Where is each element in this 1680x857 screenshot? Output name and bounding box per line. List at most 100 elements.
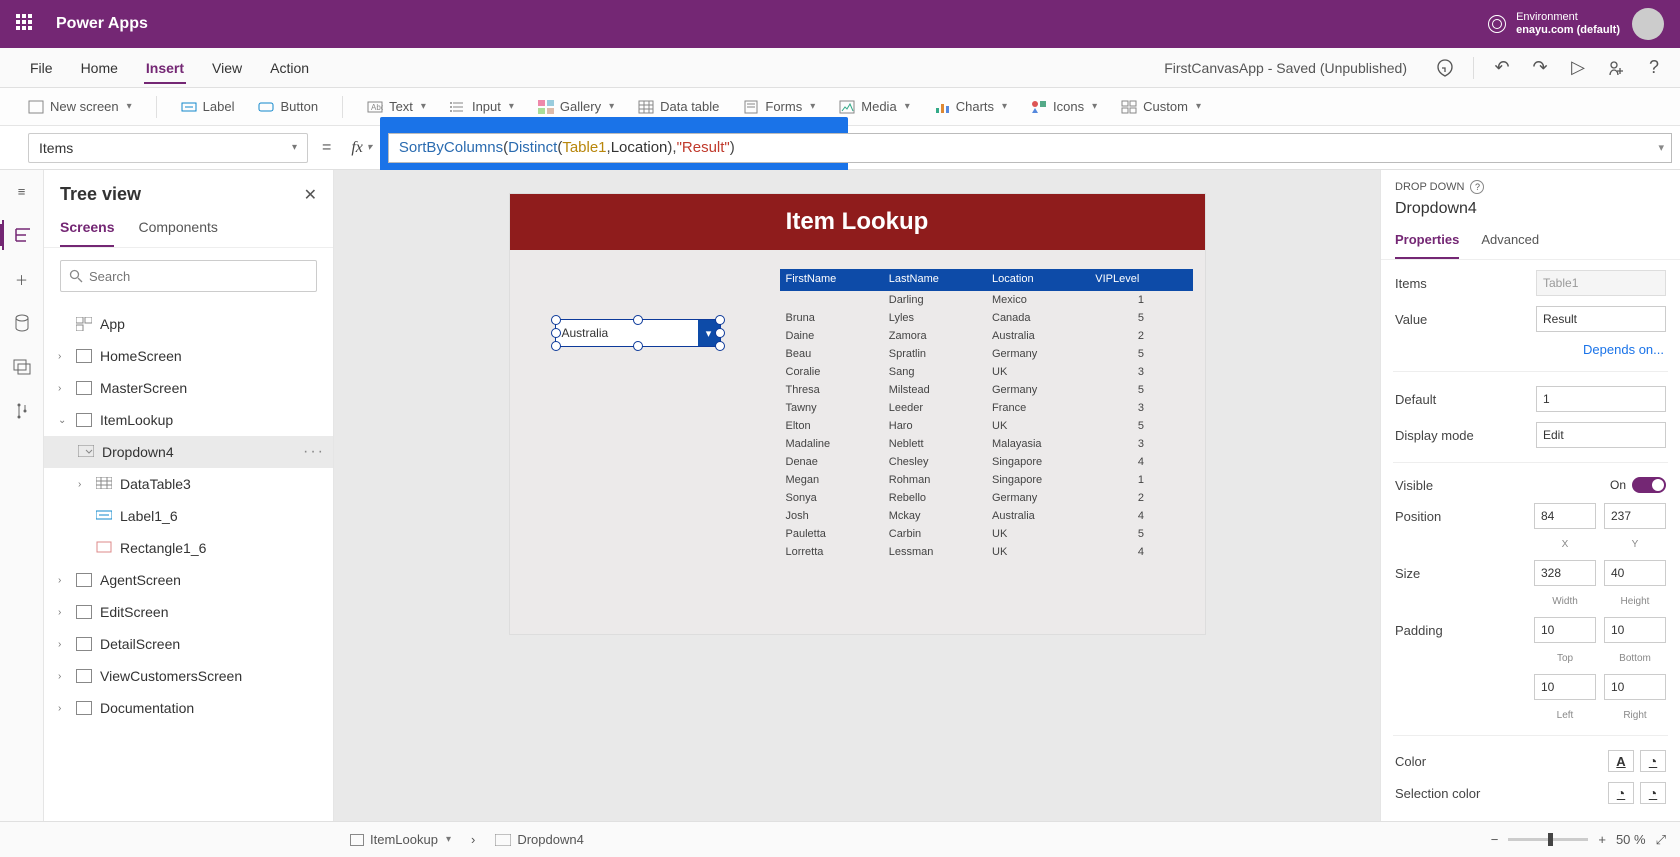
help-icon[interactable]: ? bbox=[1644, 58, 1664, 78]
data-icon[interactable] bbox=[11, 312, 33, 334]
play-icon[interactable]: ▷ bbox=[1568, 58, 1588, 78]
insert-datatable-button[interactable]: Data table bbox=[638, 99, 719, 114]
resize-handle[interactable] bbox=[715, 341, 725, 351]
canvas[interactable]: Item Lookup Australia ▾ FirstName LastNa… bbox=[334, 170, 1380, 821]
fx-icon[interactable]: fx▾ bbox=[345, 139, 378, 157]
table-row[interactable]: CoralieSangUK3 bbox=[780, 363, 1193, 381]
tree-item-documentation[interactable]: ›Documentation bbox=[44, 692, 333, 724]
more-icon[interactable]: ··· bbox=[303, 443, 325, 461]
environment-selector[interactable]: Environment enayu.com (default) bbox=[1488, 11, 1620, 37]
fit-to-window-icon[interactable]: ⤢ bbox=[1656, 832, 1666, 848]
formula-input[interactable]: SortByColumns(Distinct(Table1, Location)… bbox=[388, 133, 1672, 163]
fill-color-picker[interactable]: ◔ bbox=[1640, 750, 1666, 772]
insert-gallery-menu[interactable]: Gallery▾ bbox=[538, 99, 614, 114]
user-avatar[interactable] bbox=[1632, 8, 1664, 40]
prop-displaymode-value[interactable]: Edit bbox=[1536, 422, 1666, 448]
tree-item-label1-6[interactable]: Label1_6 bbox=[44, 500, 333, 532]
tab-advanced[interactable]: Advanced bbox=[1481, 226, 1539, 259]
tree-search-input[interactable] bbox=[89, 269, 308, 284]
tree-item-agentscreen[interactable]: ›AgentScreen bbox=[44, 564, 333, 596]
property-selector[interactable]: Items ▾ bbox=[28, 133, 308, 163]
sel-fill-color-picker[interactable]: ◔ bbox=[1640, 782, 1666, 804]
table-row[interactable]: DenaeChesleySingapore4 bbox=[780, 453, 1193, 471]
tree-item-editscreen[interactable]: ›EditScreen bbox=[44, 596, 333, 628]
prop-pad-top[interactable]: 10 bbox=[1534, 617, 1596, 643]
visible-toggle[interactable] bbox=[1632, 477, 1666, 493]
app-launcher-icon[interactable] bbox=[16, 14, 36, 34]
menu-home[interactable]: Home bbox=[79, 52, 120, 84]
menu-action[interactable]: Action bbox=[268, 52, 311, 84]
prop-pos-x[interactable]: 84 bbox=[1534, 503, 1596, 529]
menu-file[interactable]: File bbox=[28, 52, 55, 84]
tab-components[interactable]: Components bbox=[138, 213, 217, 247]
help-icon[interactable]: ? bbox=[1470, 180, 1484, 194]
resize-handle[interactable] bbox=[715, 315, 725, 325]
resize-handle[interactable] bbox=[715, 328, 725, 338]
prop-pos-y[interactable]: 237 bbox=[1604, 503, 1666, 529]
prop-pad-right[interactable]: 10 bbox=[1604, 674, 1666, 700]
menu-view[interactable]: View bbox=[210, 52, 244, 84]
zoom-out-icon[interactable]: − bbox=[1491, 832, 1499, 847]
media-panel-icon[interactable] bbox=[11, 356, 33, 378]
prop-pad-left[interactable]: 10 bbox=[1534, 674, 1596, 700]
table-row[interactable]: DaineZamoraAustralia2 bbox=[780, 327, 1193, 345]
undo-icon[interactable]: ↶ bbox=[1492, 58, 1512, 78]
insert-icons-menu[interactable]: Icons▾ bbox=[1031, 99, 1097, 114]
insert-button-button[interactable]: Button bbox=[258, 99, 318, 114]
tree-item-masterscreen[interactable]: ›MasterScreen bbox=[44, 372, 333, 404]
font-color-picker[interactable]: A bbox=[1608, 750, 1634, 772]
table-row[interactable]: PaulettaCarbinUK5 bbox=[780, 525, 1193, 543]
share-icon[interactable] bbox=[1606, 58, 1626, 78]
tree-item-viewcustomersscreen[interactable]: ›ViewCustomersScreen bbox=[44, 660, 333, 692]
insert-charts-menu[interactable]: Charts▾ bbox=[934, 99, 1007, 114]
table-row[interactable]: TawnyLeederFrance3 bbox=[780, 399, 1193, 417]
table-row[interactable]: MeganRohmanSingapore1 bbox=[780, 471, 1193, 489]
tree-app-node[interactable]: App bbox=[44, 308, 333, 340]
prop-size-h[interactable]: 40 bbox=[1604, 560, 1666, 586]
tab-screens[interactable]: Screens bbox=[60, 213, 114, 247]
prop-pad-bottom[interactable]: 10 bbox=[1604, 617, 1666, 643]
insert-text-menu[interactable]: Abc Text▾ bbox=[367, 99, 426, 114]
tree-item-dropdown4[interactable]: Dropdown4 ··· bbox=[44, 436, 333, 468]
table-row[interactable]: ThresaMilsteadGermany5 bbox=[780, 381, 1193, 399]
insert-input-menu[interactable]: Input▾ bbox=[450, 99, 514, 114]
tree-item-detailscreen[interactable]: ›DetailScreen bbox=[44, 628, 333, 660]
depends-on-link[interactable]: Depends on... bbox=[1395, 342, 1666, 357]
advanced-tools-icon[interactable] bbox=[11, 400, 33, 422]
tree-item-homescreen[interactable]: ›HomeScreen bbox=[44, 340, 333, 372]
table-row[interactable]: BeauSpratlinGermany5 bbox=[780, 345, 1193, 363]
redo-icon[interactable]: ↷ bbox=[1530, 58, 1550, 78]
zoom-slider[interactable] bbox=[1508, 838, 1588, 841]
table-row[interactable]: EltonHaroUK5 bbox=[780, 417, 1193, 435]
table-row[interactable]: LorrettaLessmanUK4 bbox=[780, 543, 1193, 561]
zoom-in-icon[interactable]: + bbox=[1598, 832, 1606, 847]
insert-custom-menu[interactable]: Custom▾ bbox=[1121, 99, 1201, 114]
prop-size-w[interactable]: 328 bbox=[1534, 560, 1596, 586]
table-row[interactable]: JoshMckayAustralia4 bbox=[780, 507, 1193, 525]
dropdown4-control[interactable]: Australia ▾ bbox=[555, 319, 721, 347]
table-row[interactable]: DarlingMexico1 bbox=[780, 291, 1193, 309]
table-row[interactable]: SonyaRebelloGermany2 bbox=[780, 489, 1193, 507]
tab-properties[interactable]: Properties bbox=[1395, 226, 1459, 259]
resize-handle[interactable] bbox=[551, 315, 561, 325]
prop-items-value[interactable]: Table1 bbox=[1536, 270, 1666, 296]
tree-item-datatable3[interactable]: ›DataTable3 bbox=[44, 468, 333, 500]
tree-item-itemlookup[interactable]: ⌄ItemLookup bbox=[44, 404, 333, 436]
prop-value-value[interactable]: Result bbox=[1536, 306, 1666, 332]
tree-view-icon[interactable] bbox=[0, 224, 43, 246]
insert-media-menu[interactable]: Media▾ bbox=[839, 99, 909, 114]
close-icon[interactable]: ✕ bbox=[304, 185, 317, 205]
table-row[interactable]: BrunaLylesCanada5 bbox=[780, 309, 1193, 327]
table-row[interactable]: MadalineNeblettMalayasia3 bbox=[780, 435, 1193, 453]
breadcrumb-control[interactable]: Dropdown4 bbox=[495, 832, 584, 847]
breadcrumb-screen[interactable]: ItemLookup▾ bbox=[350, 832, 451, 847]
insert-icon[interactable]: ＋ bbox=[11, 268, 33, 290]
app-checker-icon[interactable] bbox=[1435, 58, 1455, 78]
tree-search[interactable] bbox=[60, 260, 317, 292]
resize-handle[interactable] bbox=[633, 315, 643, 325]
formula-expand-icon[interactable]: ▾ bbox=[1658, 141, 1664, 154]
prop-default-value[interactable]: 1 bbox=[1536, 386, 1666, 412]
sel-color-picker[interactable]: ◔ bbox=[1608, 782, 1634, 804]
resize-handle[interactable] bbox=[633, 341, 643, 351]
resize-handle[interactable] bbox=[551, 341, 561, 351]
